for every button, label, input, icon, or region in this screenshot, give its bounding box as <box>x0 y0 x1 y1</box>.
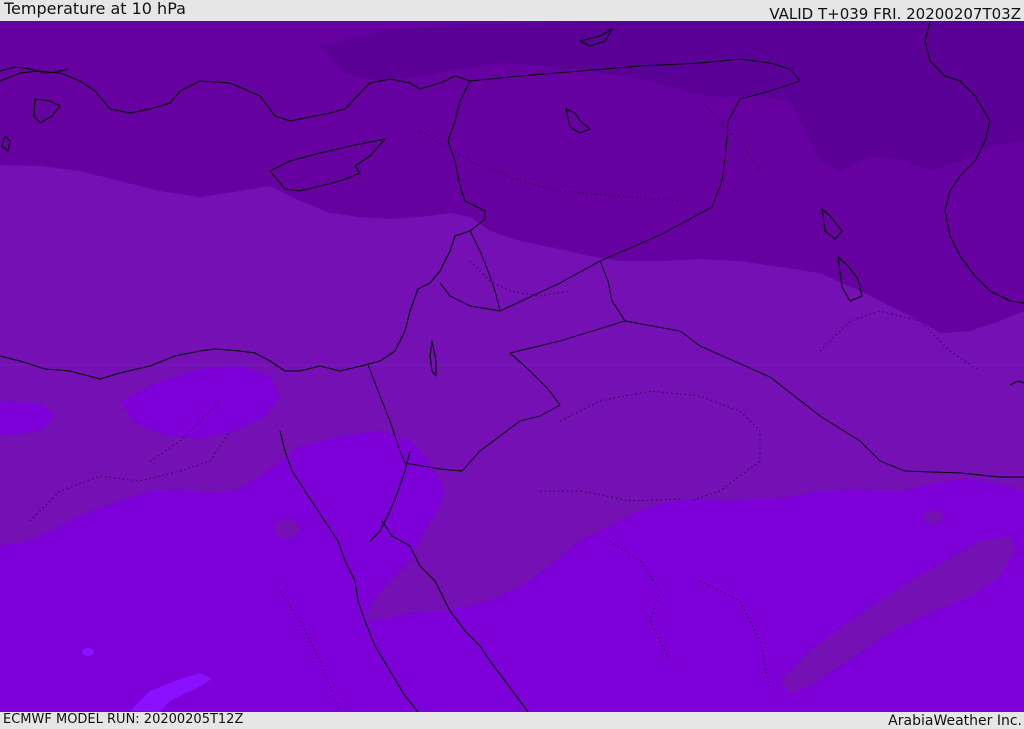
header-bar: Temperature at 10 hPa VALID T+039 FRI. 2… <box>0 0 1024 23</box>
model-run-label: ECMWF MODEL RUN: 20200205T12Z <box>3 712 244 727</box>
footer-bar: ECMWF MODEL RUN: 20200205T12Z ArabiaWeat… <box>0 712 1024 729</box>
map-canvas <box>0 21 1024 712</box>
band-mid-patch-sinai <box>275 519 299 539</box>
band-warmest-dot <box>82 648 94 656</box>
map-title: Temperature at 10 hPa <box>4 0 186 18</box>
credit-label: ArabiaWeather Inc. <box>888 713 1022 729</box>
temperature-map <box>0 21 1024 712</box>
band-mid-patch-small <box>923 510 943 524</box>
